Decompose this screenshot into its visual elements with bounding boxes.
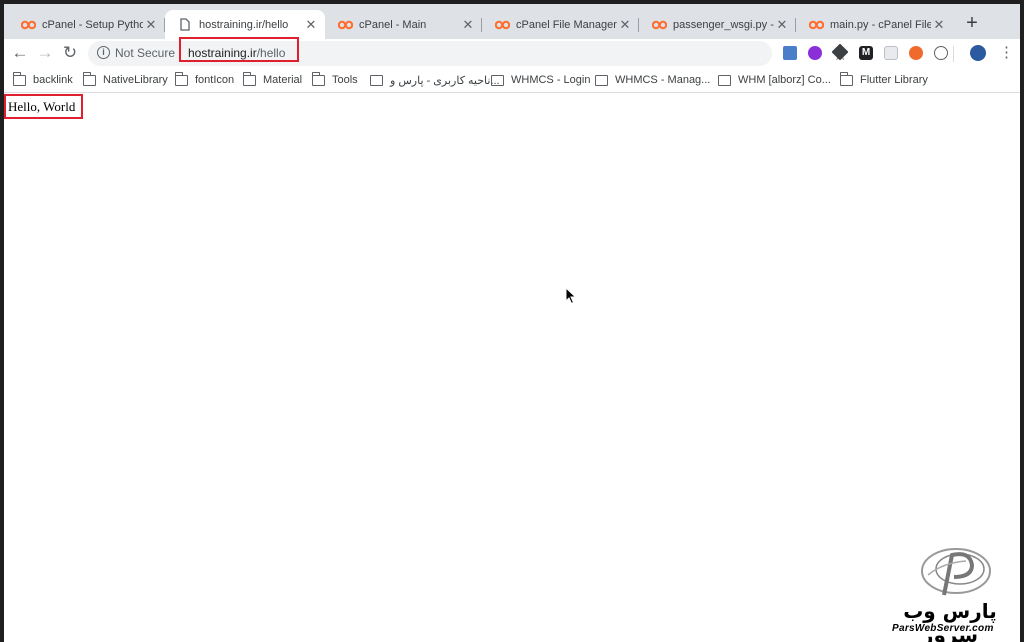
bookmarks-bar: backlink NativeLibrary fontIcon Material… <box>4 68 1020 93</box>
tab-cpanel-main[interactable]: cPanel - Main ✕ <box>325 10 482 39</box>
bookmark-material[interactable]: Material <box>243 72 302 88</box>
toolbar: ← → ↻ i Not Secure hostraining.ir/hello … <box>4 39 1020 68</box>
bookmark-label: WHM [alborz] Co... <box>738 74 831 86</box>
bookmark-label: ناحیه کاربری - پارس و... <box>390 74 500 87</box>
watermark-persian-text: پارس وب سرور <box>903 599 997 642</box>
bookmark-label: WHMCS - Manag... <box>615 74 711 86</box>
page-icon <box>370 74 383 86</box>
tab-title: hostraining.ir/hello <box>199 18 289 31</box>
close-icon[interactable]: ✕ <box>143 17 159 33</box>
browser-window: cPanel - Setup Python A ✕ hostraining.ir… <box>4 4 1020 642</box>
folder-icon <box>312 72 325 86</box>
bookmark-whmcs-manage[interactable]: WHMCS - Manag... <box>595 72 710 88</box>
bookmark-label: Flutter Library <box>860 74 928 86</box>
bookmark-tools[interactable]: Tools <box>312 72 358 88</box>
extension-orange-icon[interactable] <box>909 46 923 60</box>
page-content: Hello, World پارس وب سرور ParsWebServer.… <box>4 93 1020 642</box>
tab-title: main.py - cPanel File M <box>830 18 931 31</box>
bookmark-label: Tools <box>332 74 358 86</box>
extension-person-icon[interactable] <box>783 46 797 60</box>
folder-icon <box>243 72 256 86</box>
extension-purple-icon[interactable] <box>808 46 822 60</box>
kebab-menu-icon[interactable]: ⋮ <box>999 44 1014 62</box>
tab-title: cPanel - Main <box>359 18 427 31</box>
new-tab-button[interactable]: + <box>961 12 983 34</box>
close-icon[interactable]: ✕ <box>617 17 633 33</box>
cpanel-icon <box>808 17 824 33</box>
reload-icon[interactable]: ↻ <box>59 42 81 64</box>
page-icon <box>595 74 608 86</box>
tab-title: passenger_wsgi.py - cP <box>673 18 774 31</box>
cpanel-icon <box>20 17 36 33</box>
parswebserver-watermark: پارس وب سرور ParsWebServer.com <box>886 545 1016 642</box>
forward-arrow-icon[interactable]: → <box>34 42 56 64</box>
cpanel-icon <box>651 17 667 33</box>
close-icon[interactable]: ✕ <box>303 17 319 33</box>
bookmark-label: backlink <box>33 74 73 86</box>
bookmark-nativelibrary[interactable]: NativeLibrary <box>83 72 168 88</box>
watermark-english-text: ParsWebServer.com <box>892 623 994 634</box>
page-icon <box>718 74 731 86</box>
security-label: Not Secure <box>115 46 176 60</box>
bookmark-label: WHMCS - Login <box>511 74 591 86</box>
page-icon <box>491 74 504 86</box>
bookmark-label: Material <box>263 74 303 86</box>
bookmark-flutter-library[interactable]: Flutter Library <box>840 72 928 88</box>
tab-cpanel-file-manager[interactable]: cPanel File Manager v3 ✕ <box>482 10 639 39</box>
bookmark-whm-alborz[interactable]: WHM [alborz] Co... <box>718 72 831 88</box>
cpanel-icon <box>337 17 353 33</box>
tab-hostraining-hello[interactable]: hostraining.ir/hello ✕ <box>165 10 325 39</box>
page-icon <box>177 17 193 33</box>
tab-title: cPanel - Setup Python A <box>42 18 143 31</box>
bookmark-backlink[interactable]: backlink <box>13 72 73 88</box>
toolbar-divider <box>953 46 954 62</box>
cpanel-icon <box>494 17 510 33</box>
folder-icon <box>83 72 96 86</box>
bookmark-label: fontIcon <box>195 74 235 86</box>
tab-passenger-wsgi[interactable]: passenger_wsgi.py - cP ✕ <box>639 10 796 39</box>
extension-cloud-icon[interactable] <box>934 46 948 60</box>
profile-avatar[interactable] <box>970 45 986 61</box>
close-icon[interactable]: ✕ <box>460 17 476 33</box>
folder-icon <box>175 72 188 86</box>
extension-blank-icon[interactable] <box>884 46 898 60</box>
hello-highlight-box <box>4 94 83 119</box>
url-highlight-box <box>179 37 299 62</box>
tab-main-py[interactable]: main.py - cPanel File M ✕ <box>796 10 953 39</box>
info-icon[interactable]: i <box>97 46 110 59</box>
back-arrow-icon[interactable]: ← <box>9 42 31 64</box>
bookmark-whmcs-login[interactable]: WHMCS - Login <box>491 72 590 88</box>
close-icon[interactable]: ✕ <box>931 17 947 33</box>
close-icon[interactable]: ✕ <box>774 17 790 33</box>
bookmark-fonticon[interactable]: fontIcon <box>175 72 234 88</box>
tab-strip: cPanel - Setup Python A ✕ hostraining.ir… <box>4 4 1020 39</box>
tab-cpanel-setup-python[interactable]: cPanel - Setup Python A ✕ <box>8 10 165 39</box>
tab-title: cPanel File Manager v3 <box>516 18 617 31</box>
parswebserver-logo-icon <box>921 548 991 596</box>
folder-icon <box>840 72 853 86</box>
folder-icon <box>13 72 26 86</box>
bookmark-pars-user-area[interactable]: ناحیه کاربری - پارس و... <box>370 72 500 88</box>
screen-frame: cPanel - Setup Python A ✕ hostraining.ir… <box>0 0 1024 642</box>
mouse-cursor-icon <box>565 287 577 305</box>
extension-m-icon[interactable]: M <box>859 46 873 60</box>
bookmark-label: NativeLibrary <box>103 74 168 86</box>
